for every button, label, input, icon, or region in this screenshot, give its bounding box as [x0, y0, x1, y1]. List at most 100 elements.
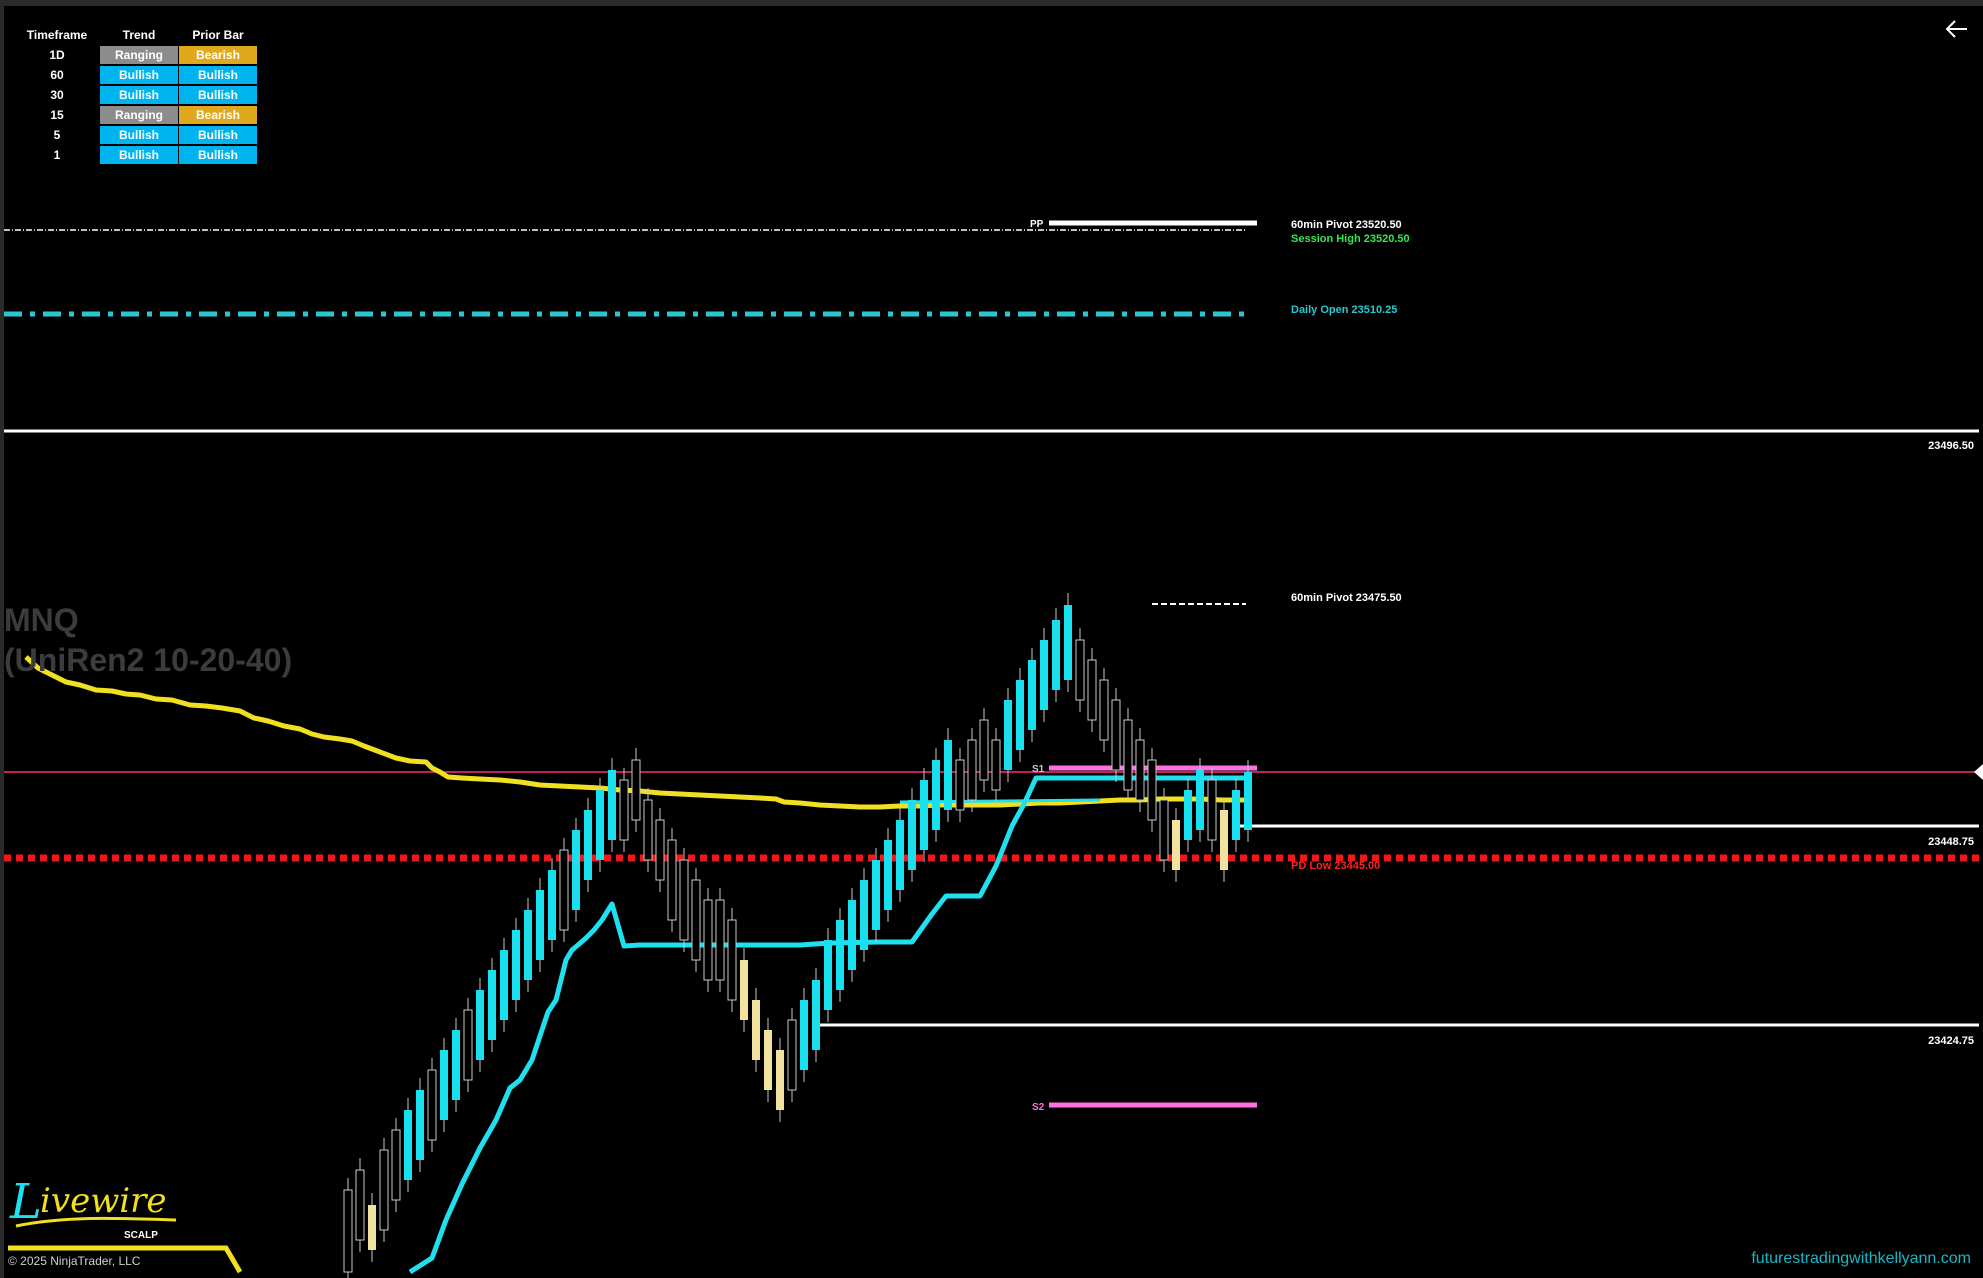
- trend-cell: Bullish: [100, 146, 178, 164]
- trend-cell: Bullish: [100, 86, 178, 104]
- candle-body: [1052, 620, 1060, 690]
- candle-body: [488, 970, 496, 1040]
- candle-body: [655, 819, 665, 881]
- candle-body: [631, 759, 641, 821]
- current-price-marker: [1974, 764, 1983, 780]
- trend-cell: Ranging: [100, 46, 178, 64]
- timeframe-cell: 30: [50, 88, 64, 102]
- candle-body: [1064, 605, 1072, 680]
- prior-bar-cell: Bullish: [179, 126, 257, 144]
- candle-body: [1196, 770, 1204, 830]
- candle-body: [463, 1009, 473, 1081]
- candle-body: [920, 780, 928, 850]
- arrow-left-icon[interactable]: [1943, 16, 1969, 42]
- candle-body: [776, 1050, 784, 1110]
- timeframe-cell: 1: [53, 148, 61, 162]
- candle-body: [812, 980, 820, 1050]
- candle-body: [1184, 790, 1192, 840]
- candle-body: [1028, 660, 1036, 730]
- candle-body: [1099, 679, 1109, 741]
- table-row: 5 Bullish Bullish: [15, 126, 257, 144]
- candle-body: [944, 740, 952, 810]
- candle-body: [1040, 640, 1048, 710]
- svg-text:L ivewire: L ivewire: [9, 1174, 167, 1230]
- svg-text:SCALP: SCALP: [124, 1230, 158, 1240]
- candle-body: [932, 760, 940, 830]
- table-row: 15 Ranging Bearish: [15, 106, 257, 124]
- candle-body: [368, 1205, 376, 1250]
- prior-bar-cell: Bearish: [179, 106, 257, 124]
- cyan-trend-line-short: [899, 798, 1101, 804]
- daily-open-label: Daily Open 23510.25: [1291, 304, 1397, 316]
- candle-body: [1244, 772, 1252, 830]
- candle-body: [536, 890, 544, 960]
- timeframe-cell: 1D: [49, 48, 65, 62]
- candle-body: [703, 899, 713, 981]
- candle-body: [440, 1050, 448, 1120]
- candle-body: [836, 920, 844, 990]
- candle-body: [1135, 739, 1145, 801]
- candle-body: [752, 1000, 760, 1060]
- table-row: 1D Ranging Bearish: [15, 46, 257, 64]
- candle-body: [476, 990, 484, 1060]
- prior-bar-cell: Bullish: [179, 86, 257, 104]
- candle-body: [896, 820, 904, 890]
- pivot-60-upper-label: 60min Pivot 23520.50: [1291, 219, 1402, 231]
- candle-body: [404, 1110, 412, 1180]
- candle-body: [1172, 820, 1180, 870]
- candle-body: [524, 910, 532, 980]
- candle-body: [584, 810, 592, 880]
- candle-body: [512, 930, 520, 1000]
- candle-body: [379, 1149, 389, 1231]
- candle-body: [427, 1069, 437, 1141]
- livewire-logo: L ivewire SCALP: [6, 1160, 186, 1241]
- trend-cell: Ranging: [100, 106, 178, 124]
- copyright-text: © 2025 NinjaTrader, LLC: [8, 1254, 141, 1268]
- s2-label: S2: [1032, 1102, 1045, 1113]
- candle-body: [1232, 790, 1240, 840]
- prior-bar-cell: Bearish: [179, 46, 257, 64]
- table-row: 30 Bullish Bullish: [15, 86, 257, 104]
- prior-bar-cell: Bullish: [179, 146, 257, 164]
- candle-body: [824, 940, 832, 1010]
- candle-body: [391, 1129, 401, 1201]
- candle-body: [967, 739, 977, 801]
- candle-body: [691, 879, 701, 961]
- trend-cell: Bullish: [100, 126, 178, 144]
- pivot-60-lower-label: 60min Pivot 23475.50: [1291, 592, 1402, 604]
- price-axis-23496: 23496.50: [1928, 440, 1974, 452]
- candle-body: [740, 960, 748, 1020]
- chart-canvas[interactable]: PP S1 S2 60min Pivot 23520.50 Session Hi…: [0, 0, 1983, 1278]
- price-axis-23448: 23448.75: [1928, 836, 1974, 848]
- website-link[interactable]: futurestradingwithkellyann.com: [1751, 1250, 1971, 1268]
- candle-body: [548, 870, 556, 940]
- table-row: 60 Bullish Bullish: [15, 66, 257, 84]
- candle-body: [679, 859, 689, 941]
- s1-label: S1: [1032, 764, 1045, 775]
- candle-body: [1004, 700, 1012, 770]
- candle-body: [800, 1000, 808, 1070]
- candle-body: [452, 1030, 460, 1100]
- candle-body: [343, 1189, 353, 1273]
- candle-body: [608, 770, 616, 840]
- candle-body: [500, 950, 508, 1020]
- candle-body: [416, 1090, 424, 1160]
- candle-body: [667, 839, 677, 921]
- candle-body: [1159, 799, 1169, 861]
- candle-body: [991, 739, 1001, 791]
- trend-status-table: Timeframe Trend Prior Bar 1D Ranging Bea…: [14, 24, 258, 166]
- candle-body: [848, 900, 856, 970]
- header-trend: Trend: [122, 28, 156, 42]
- candle-body: [619, 779, 629, 841]
- timeframe-cell: 60: [50, 68, 64, 82]
- session-high-label: Session High 23520.50: [1291, 233, 1410, 245]
- candle-body: [727, 919, 737, 1001]
- table-row: 1 Bullish Bullish: [15, 146, 257, 164]
- candle-body: [884, 840, 892, 910]
- candle-body: [1087, 659, 1097, 721]
- candle-body: [787, 1019, 797, 1091]
- candle-body: [860, 880, 868, 950]
- candle-body: [355, 1169, 365, 1241]
- instrument-series: (UniRen2 10-20-40): [4, 642, 293, 678]
- candle-body: [1147, 759, 1157, 821]
